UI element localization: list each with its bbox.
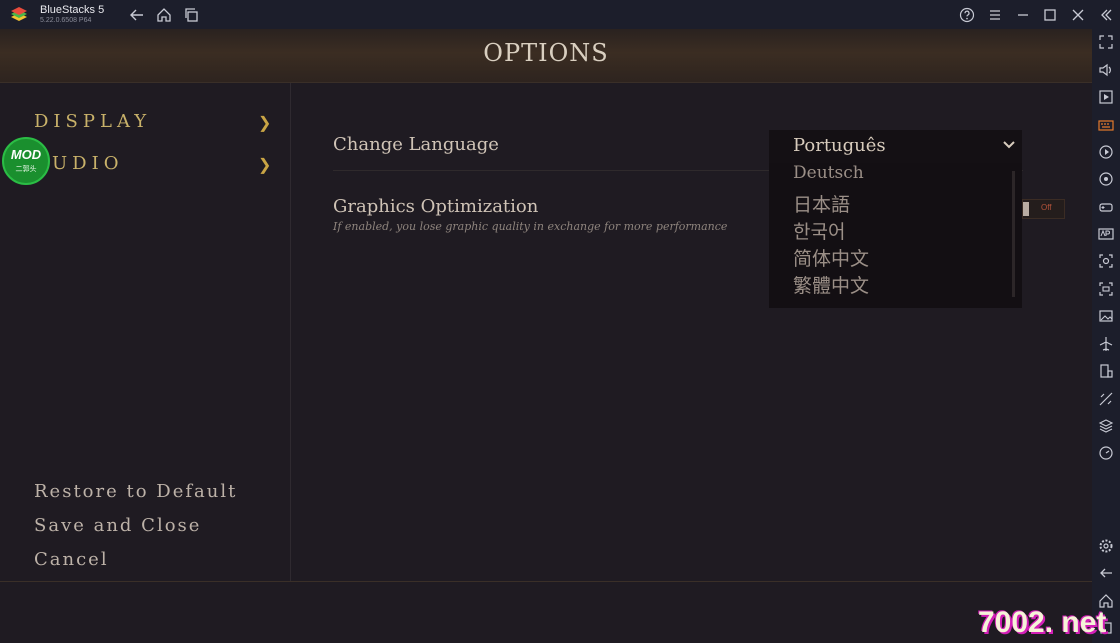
- language-dropdown: Deutsch 日本語 한국어 简体中文 繁體中文: [769, 163, 1022, 308]
- gamepad-icon[interactable]: [1098, 199, 1114, 215]
- graphics-label: Graphics Optimization: [333, 196, 539, 217]
- graphics-toggle[interactable]: Off: [1022, 199, 1065, 219]
- graphics-description: If enabled, you lose graphic quality in …: [333, 220, 728, 233]
- options-header: OPTIONS: [0, 29, 1092, 83]
- sync-icon[interactable]: [1098, 171, 1114, 187]
- multi-instance-icon[interactable]: [184, 7, 200, 23]
- back-icon[interactable]: [1098, 565, 1114, 581]
- screenshot-icon[interactable]: [1098, 253, 1114, 269]
- bluestacks-logo-icon: [11, 7, 27, 21]
- dropdown-scrollbar[interactable]: [1012, 171, 1015, 297]
- layers-icon[interactable]: [1098, 418, 1114, 434]
- language-option-deutsch[interactable]: Deutsch: [793, 163, 864, 183]
- language-option-japanese[interactable]: 日本語: [793, 190, 850, 217]
- media-icon[interactable]: [1098, 89, 1114, 105]
- chevron-right-icon: ❯: [258, 155, 272, 174]
- fullscreen-icon[interactable]: [1098, 34, 1114, 50]
- chevron-down-icon: [1003, 141, 1015, 149]
- app-version: 5.22.0.6508 P64: [40, 17, 92, 24]
- bluestacks-sidebar: [1092, 0, 1120, 643]
- bluestacks-titlebar: BlueStacks 5 5.22.0.6508 P64: [0, 0, 1092, 29]
- help-icon[interactable]: [959, 7, 975, 23]
- language-selected: Português: [793, 135, 886, 156]
- language-select[interactable]: Português: [769, 130, 1022, 163]
- close-icon[interactable]: [1070, 7, 1086, 23]
- chevron-right-icon: ❯: [258, 113, 272, 132]
- airplane-icon[interactable]: [1098, 336, 1114, 352]
- mod-badge-subtext: 二郭头: [15, 166, 37, 173]
- watermark: 7002. net: [978, 606, 1107, 639]
- mod-badge-logo: MOD 二郭头: [2, 137, 50, 185]
- rotate-icon[interactable]: [1098, 363, 1114, 379]
- minimize-icon[interactable]: [1015, 7, 1031, 23]
- save-close-button[interactable]: Save and Close: [34, 515, 201, 536]
- gallery-icon[interactable]: [1098, 308, 1114, 324]
- toggle-knob: [1023, 202, 1029, 216]
- settings-icon[interactable]: [1098, 538, 1114, 554]
- collapse-sidebar-icon[interactable]: [1098, 7, 1114, 23]
- game-screen: OPTIONS DISPLAY ❯ AUDIO ❯ Restore to Def…: [0, 29, 1092, 643]
- toggle-state: Off: [1041, 203, 1052, 212]
- menu-icon[interactable]: [987, 7, 1003, 23]
- language-option-simplified-chinese[interactable]: 简体中文: [793, 244, 869, 271]
- record-icon[interactable]: [1098, 281, 1114, 297]
- eco-icon[interactable]: [1098, 391, 1114, 407]
- app-name: BlueStacks 5: [40, 4, 105, 16]
- keyboard-icon[interactable]: [1098, 117, 1114, 133]
- menu-item-display[interactable]: DISPLAY: [34, 111, 151, 132]
- menu-item-label: DISPLAY: [34, 111, 152, 132]
- macro-icon[interactable]: [1098, 144, 1114, 160]
- apk-icon[interactable]: [1098, 226, 1114, 242]
- language-option-traditional-chinese[interactable]: 繁體中文: [793, 271, 869, 298]
- cancel-button[interactable]: Cancel: [34, 549, 109, 570]
- volume-icon[interactable]: [1098, 62, 1114, 78]
- language-label: Change Language: [333, 134, 499, 155]
- language-option-korean[interactable]: 한국어: [793, 217, 845, 244]
- back-arrow-icon[interactable]: [129, 7, 145, 23]
- page-title: OPTIONS: [483, 39, 609, 67]
- mod-badge-text: MOD: [10, 147, 42, 162]
- restore-default-button[interactable]: Restore to Default: [34, 481, 237, 502]
- speed-icon[interactable]: [1098, 445, 1114, 461]
- footer-divider: [0, 581, 1092, 582]
- home-icon[interactable]: [156, 7, 172, 23]
- maximize-icon[interactable]: [1042, 7, 1058, 23]
